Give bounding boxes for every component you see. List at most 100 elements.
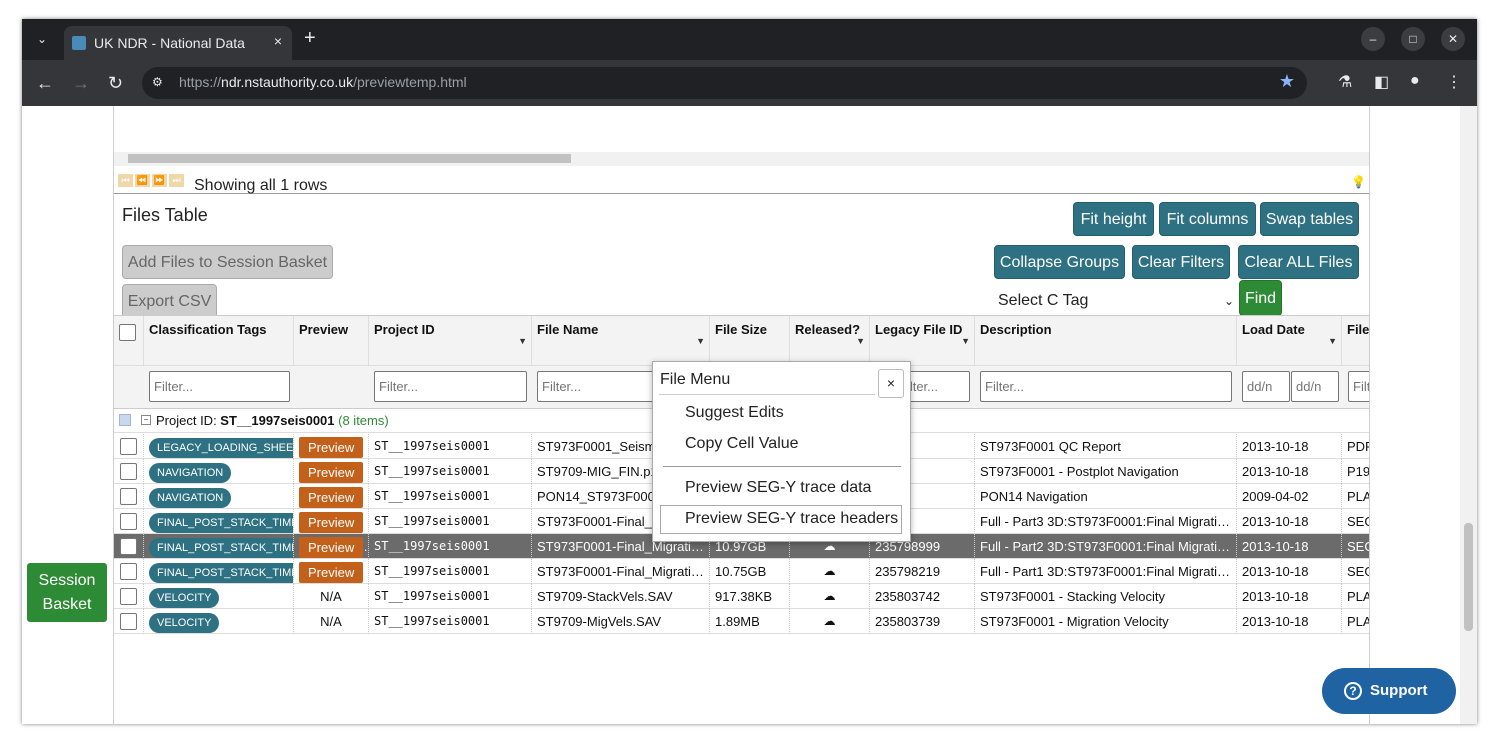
description-cell: ST973F0001 - Postplot Navigation — [975, 459, 1237, 484]
vertical-scrollbar[interactable] — [1460, 106, 1477, 724]
collapse-groups-button[interactable]: Collapse Groups — [994, 245, 1125, 279]
col-classification-tags[interactable]: Classification Tags — [144, 316, 294, 366]
column-menu-icon[interactable]: ▼ — [856, 336, 865, 346]
row-checkbox[interactable] — [120, 613, 137, 630]
file-menu-title: File Menu — [660, 371, 731, 388]
col-project-id[interactable]: Project ID ▼ — [369, 316, 532, 366]
next-page-icon[interactable]: ⏩ — [152, 174, 167, 187]
menu-item-preview-trace-data[interactable]: Preview SEG-Y trace data — [685, 479, 871, 497]
maximize-icon[interactable]: □ — [1401, 27, 1425, 51]
menu-item-suggest-edits[interactable]: Suggest Edits — [685, 404, 784, 422]
horizontal-scrollbar[interactable] — [114, 152, 1369, 166]
preview-button[interactable]: Preview — [299, 487, 364, 509]
table-row[interactable]: VELOCITY N/A ST__1997seis0001 ST9709-MigVel… — [114, 609, 1369, 634]
filter-filename-input[interactable]: Filter... — [537, 371, 657, 402]
row-checkbox[interactable] — [120, 588, 137, 605]
row-checkbox[interactable] — [120, 463, 137, 480]
menu-item-preview-trace-headers[interactable]: Preview SEG-Y trace headers — [685, 510, 898, 528]
project-id-cell: ST__1997seis0001 — [369, 484, 532, 509]
bookmark-star-icon[interactable]: ★ — [1279, 71, 1295, 92]
preview-button[interactable]: Preview — [299, 437, 364, 459]
column-menu-icon[interactable]: ▼ — [696, 336, 705, 346]
prev-page-icon[interactable]: ⏪ — [135, 174, 150, 187]
col-preview[interactable]: Preview — [294, 316, 369, 366]
preview-button[interactable]: Preview — [299, 462, 364, 484]
preview-button[interactable]: Preview — [299, 537, 364, 559]
file-name-cell[interactable]: ST9709-StackVels.SAV — [532, 584, 710, 609]
first-page-icon[interactable]: ⏮ — [118, 174, 133, 187]
col-legacy-file-id[interactable]: Legacy File ID ▼ — [870, 316, 975, 366]
session-basket-button[interactable]: Session Basket — [27, 563, 107, 622]
scrollbar-thumb[interactable] — [128, 154, 571, 163]
column-menu-icon[interactable]: ▼ — [1328, 336, 1337, 346]
tab-search-icon[interactable]: ⌄ — [32, 29, 52, 49]
fit-height-button[interactable]: Fit height — [1073, 202, 1154, 236]
collapse-toggle-icon[interactable]: − — [141, 415, 151, 425]
address-bar[interactable]: ⚙ https://ndr.nstauthority.co.uk/preview… — [142, 67, 1307, 99]
filter-description-input[interactable]: Filter... — [980, 371, 1232, 402]
classification-tag-badge[interactable]: NAVIGATION — [149, 462, 232, 483]
col-load-date[interactable]: Load Date ▼ — [1237, 316, 1342, 366]
menu-icon[interactable]: ⋮ — [1446, 72, 1462, 92]
file-name-cell[interactable]: ST9709-MigVels.SAV — [532, 609, 710, 634]
filter-project-input[interactable]: Filter... — [374, 371, 527, 402]
clear-filters-button[interactable]: Clear Filters — [1132, 245, 1230, 279]
row-checkbox[interactable] — [120, 513, 137, 530]
classification-tag-badge[interactable]: LEGACY_LOADING_SHEET — [149, 437, 293, 458]
classification-tag-badge[interactable]: NAVIGATION — [149, 487, 232, 508]
support-button[interactable]: ? Support — [1322, 668, 1456, 714]
classification-tag-badge[interactable]: VELOCITY — [149, 612, 220, 633]
fit-columns-button[interactable]: Fit columns — [1159, 202, 1256, 236]
close-icon[interactable]: × — [878, 369, 904, 398]
filter-date-from-input[interactable]: dd/n — [1242, 371, 1290, 402]
side-panel-icon[interactable]: ◧ — [1374, 72, 1389, 92]
project-id-cell: ST__1997seis0001 — [369, 459, 532, 484]
labs-icon[interactable]: ⚗ — [1338, 72, 1352, 92]
preview-button[interactable]: Preview — [299, 562, 364, 584]
add-files-button[interactable]: Add Files to Session Basket — [122, 245, 333, 279]
filter-tags-input[interactable]: Filter... — [149, 371, 290, 402]
tab-close-icon[interactable]: × — [274, 33, 282, 49]
table-row[interactable]: FINAL_POST_STACK_TIME Preview ST__1997seis… — [114, 559, 1369, 584]
col-file-name[interactable]: File Name ▼ — [532, 316, 710, 366]
select-all-checkbox[interactable] — [119, 324, 136, 341]
close-window-icon[interactable]: ✕ — [1441, 27, 1465, 51]
swap-tables-button[interactable]: Swap tables — [1260, 202, 1359, 236]
lightbulb-icon[interactable]: 💡 — [1351, 175, 1366, 189]
scrollbar-thumb[interactable] — [1464, 523, 1473, 631]
find-button[interactable]: Find — [1239, 280, 1282, 316]
classification-tag-badge[interactable]: VELOCITY — [149, 587, 220, 608]
file-name-cell[interactable]: ST973F0001-Final_Migrati… — [532, 559, 710, 584]
last-page-icon[interactable]: ⏭ — [169, 174, 184, 187]
row-checkbox[interactable] — [120, 563, 137, 580]
browser-tab[interactable]: UK NDR - National Data × — [64, 26, 292, 60]
minimize-icon[interactable]: – — [1361, 27, 1385, 51]
col-released[interactable]: Released? ▼ — [790, 316, 870, 366]
forward-icon[interactable]: → — [72, 73, 90, 93]
reload-icon[interactable]: ↻ — [108, 73, 123, 93]
new-tab-icon[interactable]: + — [304, 27, 316, 50]
table-row[interactable]: VELOCITY N/A ST__1997seis0001 ST9709-StackV… — [114, 584, 1369, 609]
preview-button[interactable]: Preview — [299, 512, 364, 534]
col-description[interactable]: Description — [975, 316, 1237, 366]
row-checkbox[interactable] — [120, 538, 137, 555]
col-file-size[interactable]: File Size — [710, 316, 790, 366]
ctag-select[interactable]: Select C Tag ⌄ — [994, 284, 1240, 318]
row-checkbox[interactable] — [120, 438, 137, 455]
export-csv-button[interactable]: Export CSV — [122, 284, 217, 318]
profile-icon[interactable]: ● — [1410, 72, 1420, 90]
group-checkbox[interactable] — [119, 414, 131, 426]
classification-tag-badge[interactable]: FINAL_POST_STACK_TIME — [149, 512, 293, 533]
menu-item-copy-cell-value[interactable]: Copy Cell Value — [685, 435, 799, 453]
clear-all-files-button[interactable]: Clear ALL Files — [1238, 245, 1359, 279]
column-menu-icon[interactable]: ▼ — [518, 336, 527, 346]
site-info-icon[interactable]: ⚙ — [152, 75, 163, 89]
filter-filetype-input[interactable]: Filter... — [1348, 371, 1369, 402]
classification-tag-badge[interactable]: FINAL_POST_STACK_TIME — [149, 537, 293, 558]
filter-date-to-input[interactable]: dd/n — [1291, 371, 1339, 402]
back-icon[interactable]: ← — [36, 73, 54, 93]
column-menu-icon[interactable]: ▼ — [961, 336, 970, 346]
row-checkbox[interactable] — [120, 488, 137, 505]
classification-tag-badge[interactable]: FINAL_POST_STACK_TIME — [149, 562, 293, 583]
col-file-type[interactable]: File — [1342, 316, 1369, 366]
